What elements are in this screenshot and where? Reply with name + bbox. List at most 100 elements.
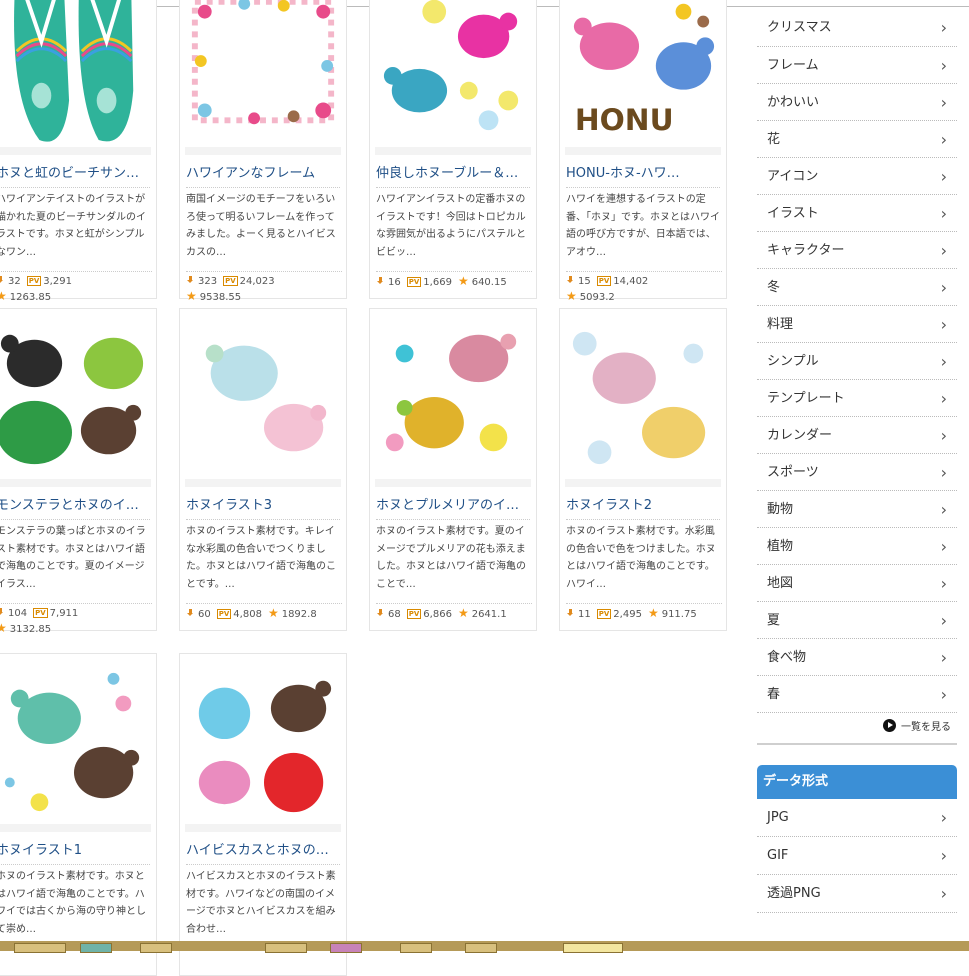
format-item-jpg[interactable]: JPG › <box>757 799 957 837</box>
illustration-card[interactable]: ホヌイラスト1 ホヌのイラスト素材です。ホヌとはハワイ語で海亀のことです。ハワイ… <box>0 653 157 976</box>
download-count: 15 <box>566 274 591 289</box>
see-all-link[interactable]: 一覧を見る <box>757 713 957 745</box>
sidebar-item-cute[interactable]: かわいい › <box>757 84 957 121</box>
sidebar-item-simple[interactable]: シンプル › <box>757 343 957 380</box>
illustration-card[interactable]: ホヌとプルメリアのイ… ホヌのイラスト素材です。夏のイメージでプルメリアの花も添… <box>369 308 537 631</box>
taskbar-button[interactable] <box>140 943 172 953</box>
card-title[interactable]: 仲良しホヌーブルー＆… <box>376 163 530 188</box>
pv-icon: PV <box>596 276 612 286</box>
format-item-label: GIF <box>767 848 789 863</box>
star-icon: ★ <box>457 606 469 620</box>
card-title[interactable]: ハイビスカスとホヌの… <box>186 840 340 865</box>
watercolor-honu-image <box>185 314 341 478</box>
card-stats: 16 PV 1,669 ★ 640.15 <box>376 271 532 290</box>
illustration-card[interactable]: ホヌイラスト2 ホヌのイラスト素材です。水彩風の色合いで色をつけました。ホヌとは… <box>559 308 727 631</box>
star-icon: ★ <box>0 289 7 303</box>
card-description: ホヌのイラスト素材です。水彩風の色合いで色をつけました。ホヌとはハワイ語で海亀の… <box>566 526 716 590</box>
sidebar-item-food[interactable]: 食べ物 › <box>757 639 957 676</box>
watercolor-honu-2-image <box>565 314 721 478</box>
card-thumbnail[interactable] <box>0 0 151 155</box>
pageview-count: PV 2,495 <box>596 607 642 622</box>
taskbar-button[interactable] <box>563 943 623 953</box>
download-count: 68 <box>376 607 401 622</box>
illustration-card[interactable]: HONU HONU-ホヌ-ハワ… ハワイを連想するイラストの定番、「ホヌ」です。… <box>559 0 727 303</box>
sidebar-item-frame[interactable]: フレーム › <box>757 47 957 84</box>
sidebar-item-winter[interactable]: 冬 › <box>757 269 957 306</box>
sidebar-item-character[interactable]: キャラクター › <box>757 232 957 269</box>
chevron-right-icon: › <box>940 426 947 445</box>
download-value: 16 <box>388 277 401 288</box>
download-value: 323 <box>198 276 218 287</box>
illustration-card[interactable]: ホヌイラスト3 ホヌのイラスト素材です。キレイな水彩風の色合いでつくりました。ホ… <box>179 308 347 631</box>
illustration-card[interactable]: ハイビスカスとホヌの… ハイビスカスとホヌのイラスト素材です。ハワイなどの南国の… <box>179 653 347 976</box>
card-thumbnail[interactable] <box>565 313 721 487</box>
illustration-card[interactable]: 仲良しホヌーブルー＆… ハワイアンイラストの定番ホヌのイラストです！今回はトロピ… <box>369 0 537 299</box>
card-thumbnail[interactable] <box>0 658 151 832</box>
pageview-count: PV 1,669 <box>406 275 452 290</box>
taskbar-button[interactable] <box>465 943 497 953</box>
download-value: 104 <box>8 608 28 619</box>
taskbar-button[interactable] <box>80 943 112 953</box>
sidebar-item-cooking[interactable]: 料理 › <box>757 306 957 343</box>
card-description: 南国イメージのモチーフをいろいろ使って明るいフレームを作ってみました。よーく見る… <box>186 194 336 258</box>
card-title[interactable]: ハワイアンなフレーム <box>186 163 340 188</box>
data-format-heading: データ形式 <box>757 765 957 799</box>
sidebar-item-christmas[interactable]: クリスマス › <box>757 8 957 47</box>
card-title[interactable]: ホヌイラスト3 <box>186 495 340 520</box>
format-item-gif[interactable]: GIF › <box>757 837 957 875</box>
download-value: 60 <box>198 609 211 620</box>
card-thumbnail[interactable] <box>375 0 531 155</box>
sidebar-item-illustration[interactable]: イラスト › <box>757 195 957 232</box>
card-thumbnail[interactable] <box>375 313 531 487</box>
sidebar-item-summer[interactable]: 夏 › <box>757 602 957 639</box>
sidebar-item-flower[interactable]: 花 › <box>757 121 957 158</box>
sidebar-item-template[interactable]: テンプレート › <box>757 380 957 417</box>
sidebar-item-calendar[interactable]: カレンダー › <box>757 417 957 454</box>
pv-icon: PV <box>33 608 48 618</box>
sidebar-item-animal[interactable]: 動物 › <box>757 491 957 528</box>
card-description: ハワイアンテイストのイラストが描かれた夏のビーチサンダルのイラストです。ホヌと虹… <box>0 194 146 258</box>
card-thumbnail[interactable] <box>185 658 341 832</box>
taskbar-button[interactable] <box>400 943 432 953</box>
card-description: ホヌのイラスト素材です。キレイな水彩風の色合いでつくりました。ホヌとはハワイ語で… <box>186 526 336 590</box>
card-thumbnail[interactable]: HONU <box>565 0 721 155</box>
sidebar-item-label: 冬 <box>767 280 781 295</box>
rating-score: ★ 640.15 <box>458 274 507 290</box>
pageview-count: PV 24,023 <box>223 274 275 289</box>
card-title[interactable]: ホヌと虹のビーチサン… <box>0 163 150 188</box>
taskbar-button[interactable] <box>14 943 66 953</box>
taskbar-button[interactable] <box>330 943 362 953</box>
rating-score: ★ 3132.85 <box>0 621 51 637</box>
rating-score: ★ 1263.85 <box>0 289 51 305</box>
card-description: モンステラの葉っぱとホヌのイラスト素材です。ホヌとはハワイ語で海亀のことです。夏… <box>0 526 146 590</box>
rating-value: 640.15 <box>471 277 507 288</box>
card-stats: 68 PV 6,866 ★ 2641.1 <box>376 603 532 622</box>
sidebar-item-label: 夏 <box>767 613 781 628</box>
card-title[interactable]: ホヌイラスト1 <box>0 840 150 865</box>
illustration-card[interactable]: ハワイアンなフレーム 南国イメージのモチーフをいろいろ使って明るいフレームを作っ… <box>179 0 347 303</box>
hawaiian-frame-image <box>185 0 341 146</box>
card-thumbnail[interactable] <box>185 313 341 487</box>
chevron-right-icon: › <box>940 352 947 371</box>
sidebar-item-sports[interactable]: スポーツ › <box>757 454 957 491</box>
card-title[interactable]: ホヌとプルメリアのイ… <box>376 495 530 520</box>
pv-icon: PV <box>406 609 422 619</box>
sidebar-item-spring[interactable]: 春 › <box>757 676 957 713</box>
honu-text-image: HONU <box>565 0 721 146</box>
sidebar-item-map[interactable]: 地図 › <box>757 565 957 602</box>
taskbar-button[interactable] <box>265 943 307 953</box>
card-title[interactable]: ホヌイラスト2 <box>566 495 720 520</box>
card-thumbnail[interactable] <box>0 313 151 487</box>
card-title[interactable]: モンステラとホヌのイ… <box>0 495 150 520</box>
illustration-card[interactable]: ホヌと虹のビーチサン… ハワイアンテイストのイラストが描かれた夏のビーチサンダル… <box>0 0 157 303</box>
sidebar-item-icon[interactable]: アイコン › <box>757 158 957 195</box>
format-item-png[interactable]: 透過PNG › <box>757 875 957 913</box>
download-value: 15 <box>578 276 591 287</box>
sidebar-item-plant[interactable]: 植物 › <box>757 528 957 565</box>
card-title[interactable]: HONU-ホヌ-ハワ… <box>566 163 720 188</box>
card-thumbnail[interactable] <box>185 0 341 155</box>
chevron-right-icon: › <box>940 167 947 186</box>
illustration-card[interactable]: モンステラとホヌのイ… モンステラの葉っぱとホヌのイラスト素材です。ホヌとはハワ… <box>0 308 157 635</box>
download-icon <box>0 608 5 617</box>
chevron-right-icon: › <box>940 241 947 260</box>
